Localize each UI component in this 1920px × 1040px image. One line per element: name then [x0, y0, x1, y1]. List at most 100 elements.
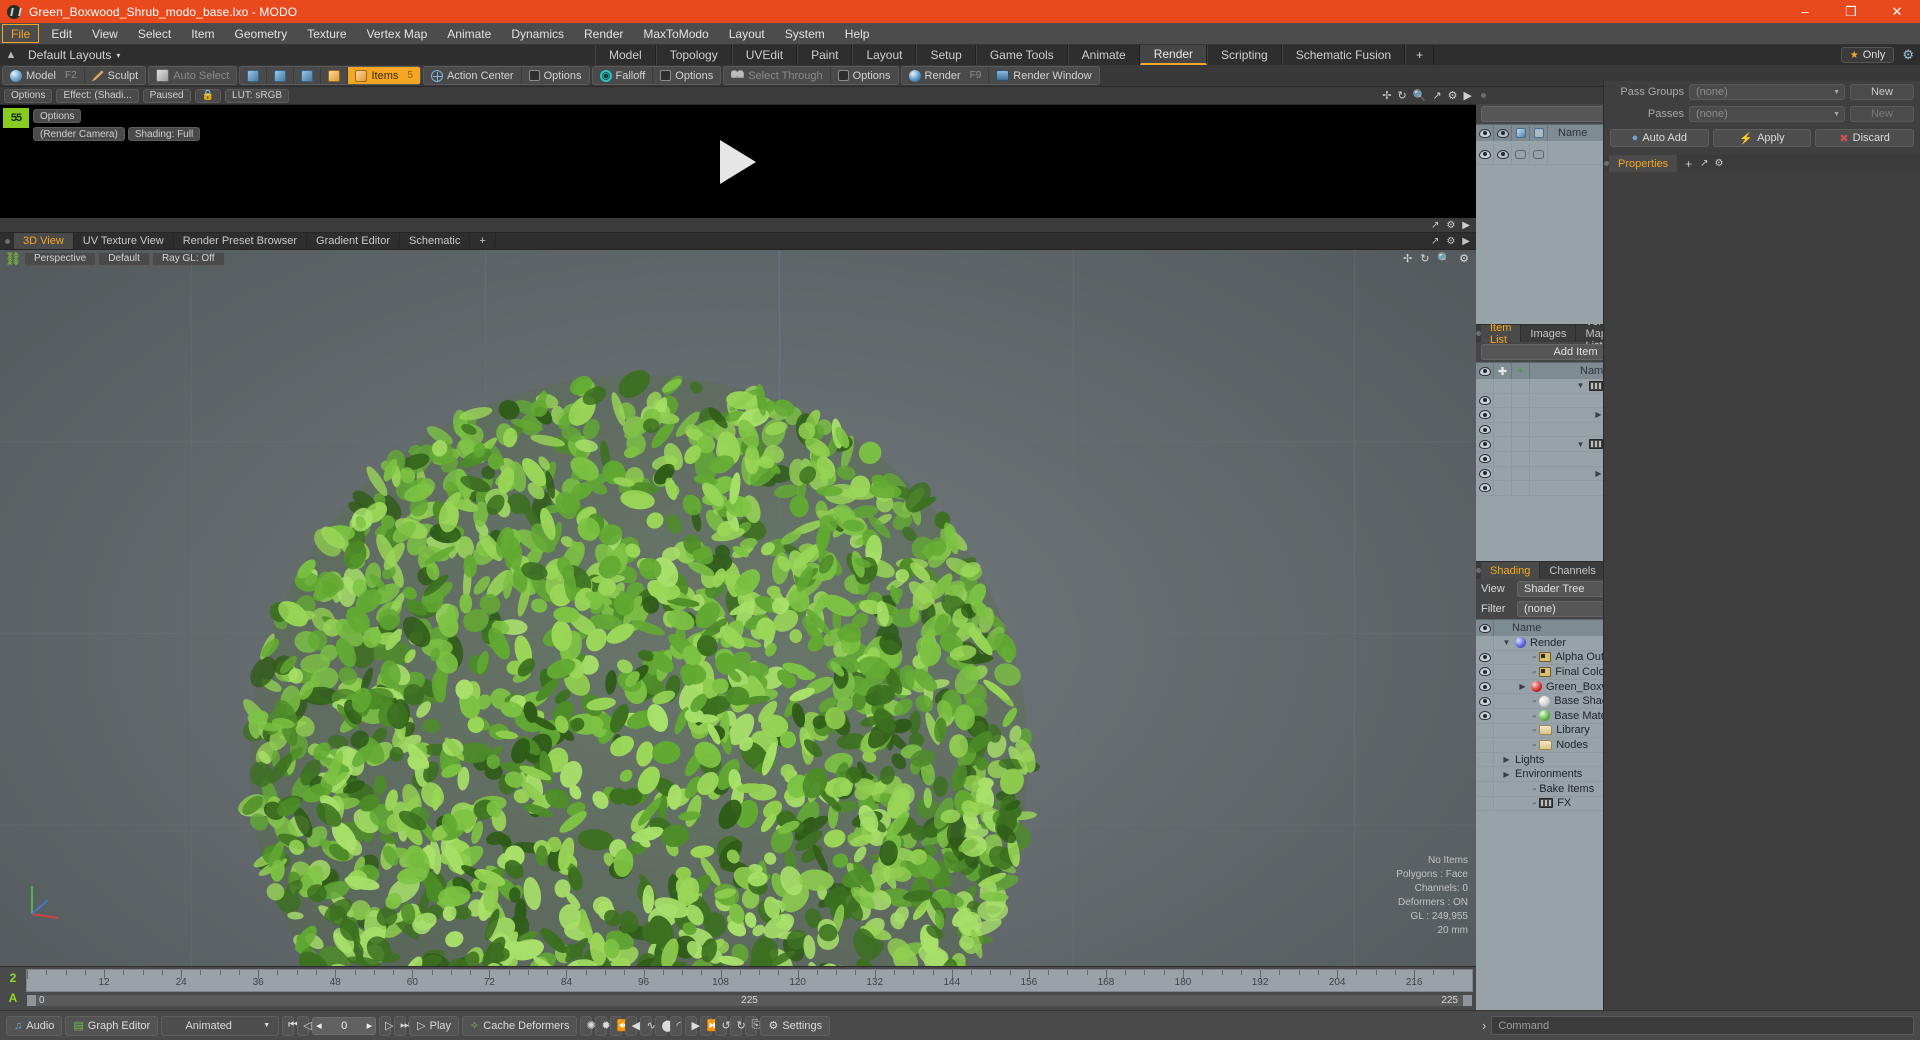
lock-icon[interactable]: 🔒 [194, 88, 222, 103]
select-through-button[interactable]: Select Through [724, 67, 831, 84]
tab-schematic-fusion[interactable]: Schematic Fusion [1281, 45, 1406, 65]
new-pass-button[interactable]: New [1850, 106, 1914, 122]
row-visibility-toggle[interactable] [1476, 796, 1494, 811]
row-visibility-toggle[interactable] [1476, 650, 1494, 665]
row-expander[interactable]: ▶ [1594, 469, 1603, 478]
col-cube-outline[interactable] [1530, 125, 1548, 141]
row-axis-toggle[interactable] [1512, 481, 1530, 495]
tab-render-preset-browser[interactable]: Render Preset Browser [174, 233, 308, 249]
play-triangle-icon[interactable] [720, 139, 756, 184]
key-add-button[interactable]: ✺ [580, 1015, 596, 1036]
frame-number-field[interactable]: ◂ 0 ▸ [312, 1016, 377, 1035]
auto-add-button[interactable]: ● Auto Add [1610, 129, 1709, 147]
timeline[interactable]: 2 A 12 24 36 48 60 72 84 96 108 120 132 144 156 168 18… [0, 966, 1476, 1010]
cache-deformers-button[interactable]: ✧ Cache Deformers [462, 1015, 578, 1036]
vertex-mode-button[interactable] [240, 67, 268, 84]
tab-render[interactable]: Render [1139, 45, 1208, 65]
falloff-options-button[interactable]: Options [653, 67, 720, 84]
range-handle-right[interactable] [1463, 994, 1472, 1006]
row-expander[interactable]: ▼ [1576, 381, 1585, 390]
render-window-button[interactable]: Render Window [989, 67, 1098, 84]
row-visibility-toggle[interactable] [1476, 636, 1494, 650]
tab-uvedit[interactable]: UVEdit [731, 45, 798, 65]
tab-add-viewport[interactable]: + [470, 233, 496, 249]
menu-item-maxtomodo[interactable]: MaxToModo [633, 23, 718, 44]
row-expander[interactable]: ▼ [1502, 638, 1511, 647]
range-handle-left[interactable] [27, 994, 36, 1006]
row-lock-toggle[interactable] [1494, 466, 1512, 481]
tab-add-button[interactable]: + [1405, 45, 1435, 65]
tab-channels[interactable]: Channels [1540, 562, 1606, 579]
col-visibility[interactable] [1476, 125, 1494, 141]
preview-effect-button[interactable]: Effect: (Shadi... [56, 88, 139, 103]
col-visibility[interactable] [1476, 620, 1494, 636]
menu-item-animate[interactable]: Animate [437, 23, 501, 44]
row-cube2-toggle[interactable] [1530, 143, 1548, 165]
row-axis-toggle[interactable] [1512, 466, 1530, 481]
row-visibility-toggle[interactable] [1476, 393, 1494, 408]
zoom-icon[interactable]: 🔍 [1413, 89, 1427, 102]
tab-schematic[interactable]: Schematic [400, 233, 471, 249]
default-layouts-label[interactable]: Default Layouts [28, 48, 111, 62]
preview-options-overlay[interactable]: Options [33, 109, 82, 123]
expand-icon[interactable]: ↗ [1700, 158, 1708, 169]
passes-select[interactable]: (none) ▼ [1689, 106, 1845, 122]
edge-mode-button[interactable] [267, 67, 295, 84]
row-expander[interactable]: ▶ [1518, 682, 1527, 691]
tab-images[interactable]: Images [1521, 325, 1577, 342]
row-expander[interactable]: ▶ [1594, 410, 1603, 419]
row-visibility-toggle[interactable] [1476, 379, 1494, 393]
expand-icon[interactable]: ↗ [1431, 236, 1439, 247]
pass-groups-select[interactable]: (none) ▼ [1689, 84, 1845, 100]
gear-icon[interactable]: ⚙ [1715, 158, 1724, 169]
rotate-icon[interactable]: ↻ [1398, 89, 1407, 102]
tab-gradient-editor[interactable]: Gradient Editor [307, 233, 400, 249]
home-icon[interactable]: ▲ [0, 49, 22, 61]
audio-button[interactable]: ♫ Audio [6, 1015, 63, 1036]
row-visibility-toggle[interactable] [1476, 466, 1494, 481]
row-visibility-toggle[interactable] [1476, 723, 1494, 738]
viewport-default-button[interactable]: Default [98, 251, 150, 266]
row-expander[interactable]: ▼ [1576, 440, 1585, 449]
only-badge[interactable]: ★ Only [1840, 47, 1895, 63]
gear-icon[interactable]: ⚙ [1446, 236, 1455, 247]
tab-paint[interactable]: Paint [797, 45, 853, 65]
col-axis[interactable]: ⌖ [1512, 363, 1530, 379]
col-cube[interactable] [1512, 125, 1530, 141]
expand-icon[interactable]: ↗ [1432, 89, 1441, 102]
row-lock-toggle[interactable] [1494, 379, 1512, 393]
row-axis-toggle[interactable] [1512, 379, 1530, 393]
polygon-mode-button[interactable] [294, 67, 322, 84]
preview-canvas[interactable]: 55 Options (Render Camera) Shading: Full [0, 105, 1476, 218]
reload-button[interactable]: ↺ [715, 1015, 731, 1036]
preview-lut-button[interactable]: LUT: sRGB [225, 88, 290, 103]
move-icon[interactable]: ✢ [1403, 252, 1412, 265]
move-icon[interactable]: ✢ [1382, 89, 1391, 102]
falloff-button[interactable]: Falloff [593, 67, 654, 84]
copy-button[interactable]: ⎘ [745, 1015, 760, 1036]
row-lock-toggle[interactable] [1494, 422, 1512, 437]
menu-item-view[interactable]: View [82, 23, 128, 44]
preview-camera-button[interactable]: (Render Camera) [33, 127, 125, 141]
row-axis-toggle[interactable] [1512, 437, 1530, 451]
tab-scripting[interactable]: Scripting [1207, 45, 1282, 65]
tab-layout[interactable]: Layout [852, 45, 917, 65]
row-visibility-toggle[interactable] [1476, 451, 1494, 466]
row-visibility-toggle[interactable] [1476, 437, 1494, 451]
row-visibility-toggle[interactable] [1476, 767, 1494, 781]
settings-button[interactable]: ⚙ Settings [760, 1015, 831, 1036]
menu-item-system[interactable]: System [775, 23, 835, 44]
row-lock-toggle[interactable] [1494, 408, 1512, 422]
tab-uv-texture-view[interactable]: UV Texture View [74, 233, 174, 249]
preview-shading-button[interactable]: Shading: Full [127, 127, 201, 141]
row-visibility-toggle[interactable] [1476, 665, 1494, 679]
graph-button[interactable]: ◜ [670, 1015, 683, 1036]
tab-3d-view[interactable]: 3D View [14, 233, 74, 249]
row-cube-toggle[interactable] [1512, 143, 1530, 165]
next-key-button[interactable]: ▶ [685, 1015, 700, 1036]
rotate-icon[interactable]: ↻ [1420, 252, 1429, 265]
viewport-perspective-button[interactable]: Perspective [24, 251, 97, 266]
menu-item-select[interactable]: Select [128, 23, 181, 44]
viewport-tab-dot[interactable] [0, 233, 14, 249]
material-mode-button[interactable] [321, 67, 349, 84]
